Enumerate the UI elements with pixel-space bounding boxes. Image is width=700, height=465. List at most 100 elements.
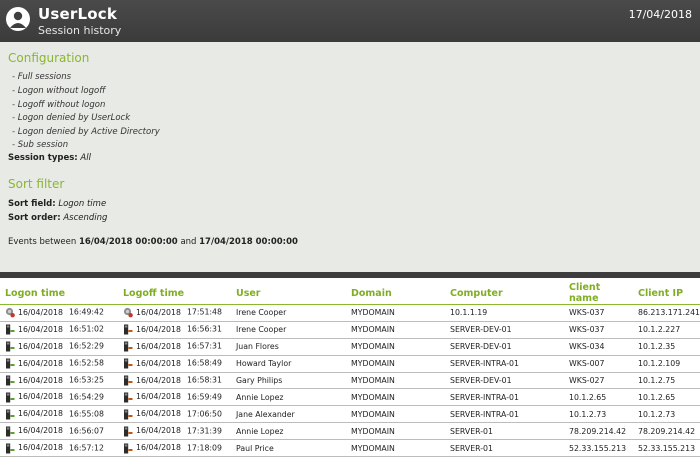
logon-date: 16/04/2018 [18,375,63,385]
table-row[interactable]: 16/04/2018 16:49:42 16/04/2018 17:51:48 Iren… [0,304,700,322]
logon-time-cell: 16/04/2018 16:52:58 [0,355,118,373]
logon-time: 16:52:29 [68,341,104,351]
logon-time: 16:49:42 [68,307,104,317]
sort-field-value: Logon time [58,199,107,209]
column-header-logon-time[interactable]: Logon time [0,282,118,305]
computer-cell: SERVER-INTRA-01 [445,388,564,407]
domain-cell: MYDOMAIN [346,372,445,390]
logoff-icon [123,426,133,437]
column-header-user[interactable]: User [231,282,346,305]
logon-time-cell: 16/04/2018 16:54:29 [0,388,118,407]
column-header-client-ip[interactable]: Client IP [633,282,700,305]
logon-icon [5,392,15,403]
logon-date: 16/04/2018 [18,443,63,453]
table-row[interactable]: 16/04/2018 16:56:07 16/04/2018 17:31:39 Anni… [0,422,700,441]
column-header-client-name[interactable]: Client name [564,282,633,305]
events-range: Events between 16/04/2018 00:00:00 and 1… [8,237,298,247]
logon-time: 16:51:02 [68,324,104,334]
logon-time: 16:55:08 [68,409,104,419]
logon-time-cell: 16/04/2018 16:57:12 [0,439,118,458]
logoff-time-cell: 16/04/2018 17:18:09 [118,439,231,458]
table-row[interactable]: 16/04/2018 16:53:25 16/04/2018 16:58:31 Gary… [0,372,700,390]
domain-cell: MYDOMAIN [346,338,445,356]
computer-cell: SERVER-DEV-01 [445,338,564,356]
client-ip-cell: 78.209.214.42 [633,422,700,441]
session-types: Session types: All [8,153,91,163]
table-row[interactable]: 16/04/2018 16:54:29 16/04/2018 16:59:49 Anni… [0,388,700,407]
domain-cell: MYDOMAIN [346,304,445,322]
client-name-cell: 10.1.2.65 [564,388,633,407]
logoff-time: 17:06:50 [186,409,222,419]
logoff-time-cell: 16/04/2018 17:06:50 [118,405,231,424]
computer-cell: SERVER-INTRA-01 [445,355,564,373]
logoff-time: 16:59:49 [186,392,222,402]
table-row[interactable]: 16/04/2018 16:52:58 16/04/2018 16:58:49 Howa… [0,355,700,373]
logoff-icon [123,375,133,386]
column-header-domain[interactable]: Domain [346,282,445,305]
computer-cell: SERVER-01 [445,439,564,458]
client-name-cell: 10.1.2.73 [564,405,633,424]
domain-cell: MYDOMAIN [346,405,445,424]
sort-filter-title: Sort filter [8,177,65,191]
logoff-time-cell: 16/04/2018 16:59:49 [118,388,231,407]
user-cell: Paul Price [231,439,346,458]
user-cell: Annie Lopez [231,388,346,407]
client-ip-cell: 52.33.155.213 [633,439,700,458]
client-ip-cell: 10.1.2.35 [633,338,700,356]
logoff-date: 16/04/2018 [136,358,181,368]
table-row[interactable]: 16/04/2018 16:57:12 16/04/2018 17:18:09 Paul… [0,439,700,458]
configuration-title: Configuration [8,51,90,65]
client-name-cell: WKS-034 [564,338,633,356]
computer-cell: SERVER-01 [445,422,564,441]
table-row[interactable]: 16/04/2018 16:52:29 16/04/2018 16:57:31 Juan… [0,338,700,356]
computer-cell: 10.1.1.19 [445,304,564,322]
column-header-logoff-time[interactable]: Logoff time [118,282,231,305]
logoff-icon [123,324,133,335]
logon-time: 16:57:12 [68,443,104,453]
table-row[interactable]: 16/04/2018 16:51:02 16/04/2018 16:56:31 Iren… [0,321,700,339]
session-table: Logon time Logoff time User Domain Compu… [0,282,700,458]
client-ip-cell: 10.1.2.75 [633,372,700,390]
report-date: 17/04/2018 [628,8,692,21]
client-ip-cell: 10.1.2.227 [633,321,700,339]
logoff-icon [123,341,133,352]
events-start: 16/04/2018 00:00:00 [78,237,178,247]
logoff-date: 16/04/2018 [136,426,181,436]
config-item: - Logon denied by UserLock [12,113,131,123]
sort-field-label: Sort field: [8,199,56,209]
user-cell: Juan Flores [231,338,346,356]
logoff-date: 16/04/2018 [136,307,181,317]
logon-time: 16:56:07 [68,426,104,436]
logon-date: 16/04/2018 [18,358,63,368]
logon-icon [5,443,15,454]
computer-cell: SERVER-DEV-01 [445,321,564,339]
logon-time-cell: 16/04/2018 16:56:07 [0,422,118,441]
column-header-computer[interactable]: Computer [445,282,564,305]
configuration-panel: Configuration - Full sessions - Logon wi… [0,42,700,278]
logon-icon [5,409,15,420]
user-cell: Annie Lopez [231,422,346,441]
client-name-cell: WKS-037 [564,321,633,339]
logoff-time: 16:57:31 [186,341,222,351]
table-header-row: Logon time Logoff time User Domain Compu… [0,282,700,305]
logoff-time: 16:58:31 [186,375,222,385]
logon-icon [5,358,15,369]
events-and: and [180,237,197,247]
logon-time: 16:53:25 [68,375,104,385]
events-prefix: Events between [8,237,77,247]
logoff-time: 16:56:31 [186,324,222,334]
config-item: - Sub session [12,140,69,150]
sort-order-value: Ascending [63,213,108,223]
client-name-cell: WKS-007 [564,355,633,373]
logon-date: 16/04/2018 [18,426,63,436]
sort-order: Sort order: Ascending [8,213,107,223]
domain-cell: MYDOMAIN [346,422,445,441]
domain-cell: MYDOMAIN [346,355,445,373]
client-ip-cell: 10.1.2.65 [633,388,700,407]
logoff-time-cell: 16/04/2018 16:58:49 [118,355,231,373]
logoff-icon [123,443,133,454]
user-cell: Howard Taylor [231,355,346,373]
table-row[interactable]: 16/04/2018 16:55:08 16/04/2018 17:06:50 Jane… [0,405,700,424]
app-header: UserLock Session history 17/04/2018 [0,0,700,42]
client-ip-cell: 86.213.171.241 [633,304,700,322]
